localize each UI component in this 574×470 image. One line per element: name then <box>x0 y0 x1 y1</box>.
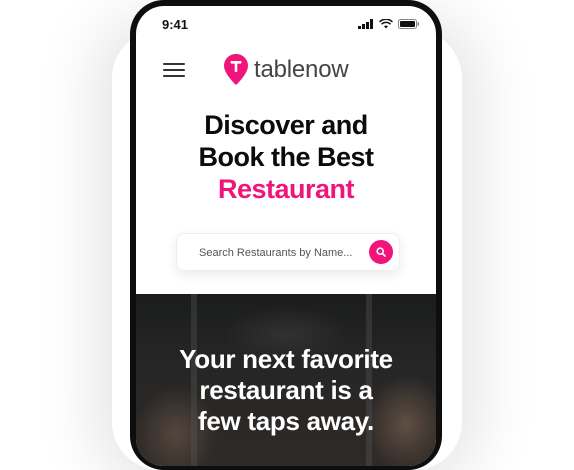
status-icons <box>358 19 420 29</box>
headline-line-2: Book the Best <box>198 142 374 172</box>
hero-line-3: few taps away. <box>198 406 374 436</box>
hamburger-menu-icon[interactable] <box>163 63 185 77</box>
logo-text-primary: table <box>254 55 306 83</box>
battery-icon <box>398 19 419 29</box>
search-input[interactable] <box>197 243 366 263</box>
wifi-icon <box>379 19 393 29</box>
signal-icon <box>358 19 373 29</box>
hero-line-1: Your next favorite <box>179 344 393 374</box>
hero-tagline: Your next favorite restaurant is a few t… <box>136 344 436 437</box>
hero-banner: Your next favorite restaurant is a few t… <box>136 294 436 466</box>
search-icon <box>376 247 386 257</box>
headline-line-1: Discover and <box>204 110 368 140</box>
logo-text: tablenow <box>254 55 349 84</box>
headline-accent: Restaurant <box>217 174 355 204</box>
location-pin-icon <box>224 54 248 85</box>
logo-text-secondary: now <box>305 55 349 83</box>
search-bar <box>176 233 400 271</box>
page-title: Discover and Book the Best Restaurant <box>136 109 436 205</box>
app-logo[interactable]: tablenow <box>224 54 349 85</box>
status-time: 9:41 <box>162 17 189 32</box>
hero-line-2: restaurant is a <box>199 375 373 405</box>
phone-screen: 9:41 tablenow Discover and Book the Best… <box>136 6 436 466</box>
search-button[interactable] <box>369 240 393 264</box>
